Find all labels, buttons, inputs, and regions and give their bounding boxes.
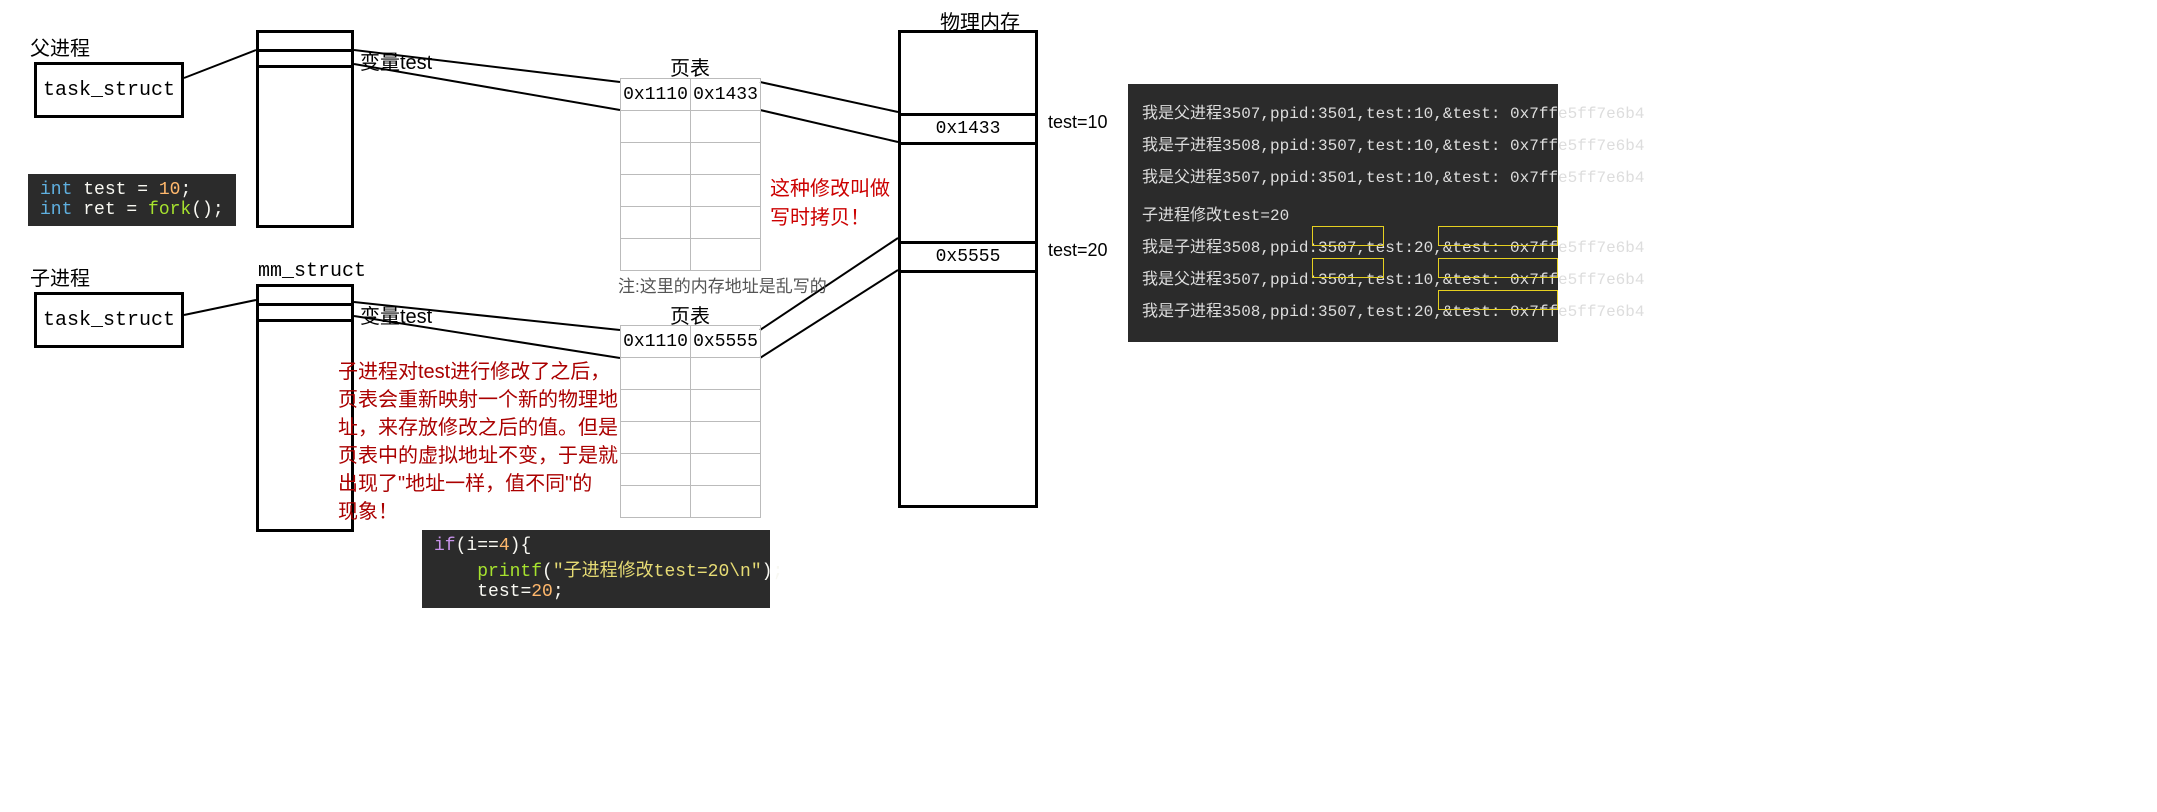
term-line-0: 我是父进程3507,ppid:3501,test:10,&test: 0x7ff… xyxy=(1142,98,1544,130)
phys-entry-2: 0x5555 xyxy=(936,247,1001,267)
expl-l5: 出现了"地址一样，值不同"的 xyxy=(338,470,618,498)
highlight-addr-c xyxy=(1438,290,1558,310)
phys-label-test20: test=20 xyxy=(1048,240,1108,261)
parent-var-test-label: 变量test xyxy=(360,46,432,75)
expl-l6: 现象！ xyxy=(338,498,618,526)
term-line-2: 我是父进程3507,ppid:3501,test:10,&test: 0x7ff… xyxy=(1142,162,1544,194)
explanation-paragraph: 子进程对test进行修改了之后， 页表会重新映射一个新的物理地 址，来存放修改之… xyxy=(338,358,618,526)
parent-mm-struct-box xyxy=(256,30,354,228)
child-page-table: 0x11100x5555 xyxy=(620,325,761,518)
cow-note: 这种修改叫做 写时拷贝！ xyxy=(770,172,890,230)
expl-l2: 页表会重新映射一个新的物理地 xyxy=(338,386,618,414)
child-task-struct-box: task_struct xyxy=(34,292,184,348)
term-line-1: 我是子进程3508,ppid:3507,test:10,&test: 0x7ff… xyxy=(1142,130,1544,162)
cow-note-l1: 这种修改叫做 xyxy=(770,172,890,201)
parent-page-table: 0x11100x1433 xyxy=(620,78,761,271)
expl-l3: 址，来存放修改之后的值。但是 xyxy=(338,414,618,442)
highlight-test20-a xyxy=(1312,226,1384,246)
phys-label-test10: test=10 xyxy=(1048,112,1108,133)
note-random-addresses: 注:这里的内存地址是乱写的 xyxy=(618,272,827,297)
mm-struct-label: mm_struct xyxy=(258,260,366,283)
highlight-test10-b xyxy=(1312,258,1384,278)
parent-page-table-title: 页表 xyxy=(670,52,710,81)
ptc-phys: 0x5555 xyxy=(691,326,761,358)
task-struct-text-2: task_struct xyxy=(43,309,175,332)
cow-note-l2: 写时拷贝！ xyxy=(770,201,890,230)
child-code-snippet: if(i==4){ printf("子进程修改test=20\n"); test… xyxy=(422,530,770,608)
parent-task-struct-box: task_struct xyxy=(34,62,184,118)
expl-l4: 页表中的虚拟地址不变，于是就 xyxy=(338,442,618,470)
ptp-virt: 0x1110 xyxy=(621,79,691,111)
parent-code-snippet: int test = 10; int ret = fork(); xyxy=(28,174,236,226)
child-var-test-label: 变量test xyxy=(360,300,432,329)
task-struct-text: task_struct xyxy=(43,79,175,102)
expl-l1: 子进程对test进行修改了之后， xyxy=(338,358,618,386)
phys-entry-1: 0x1433 xyxy=(936,119,1001,139)
ptp-phys: 0x1433 xyxy=(691,79,761,111)
physical-memory-box: 0x1433 0x5555 xyxy=(898,30,1038,508)
ptc-virt: 0x1110 xyxy=(621,326,691,358)
child-process-label: 子进程 xyxy=(30,262,90,291)
highlight-addr-a xyxy=(1438,226,1558,246)
highlight-addr-b xyxy=(1438,258,1558,278)
parent-process-label: 父进程 xyxy=(30,32,90,61)
